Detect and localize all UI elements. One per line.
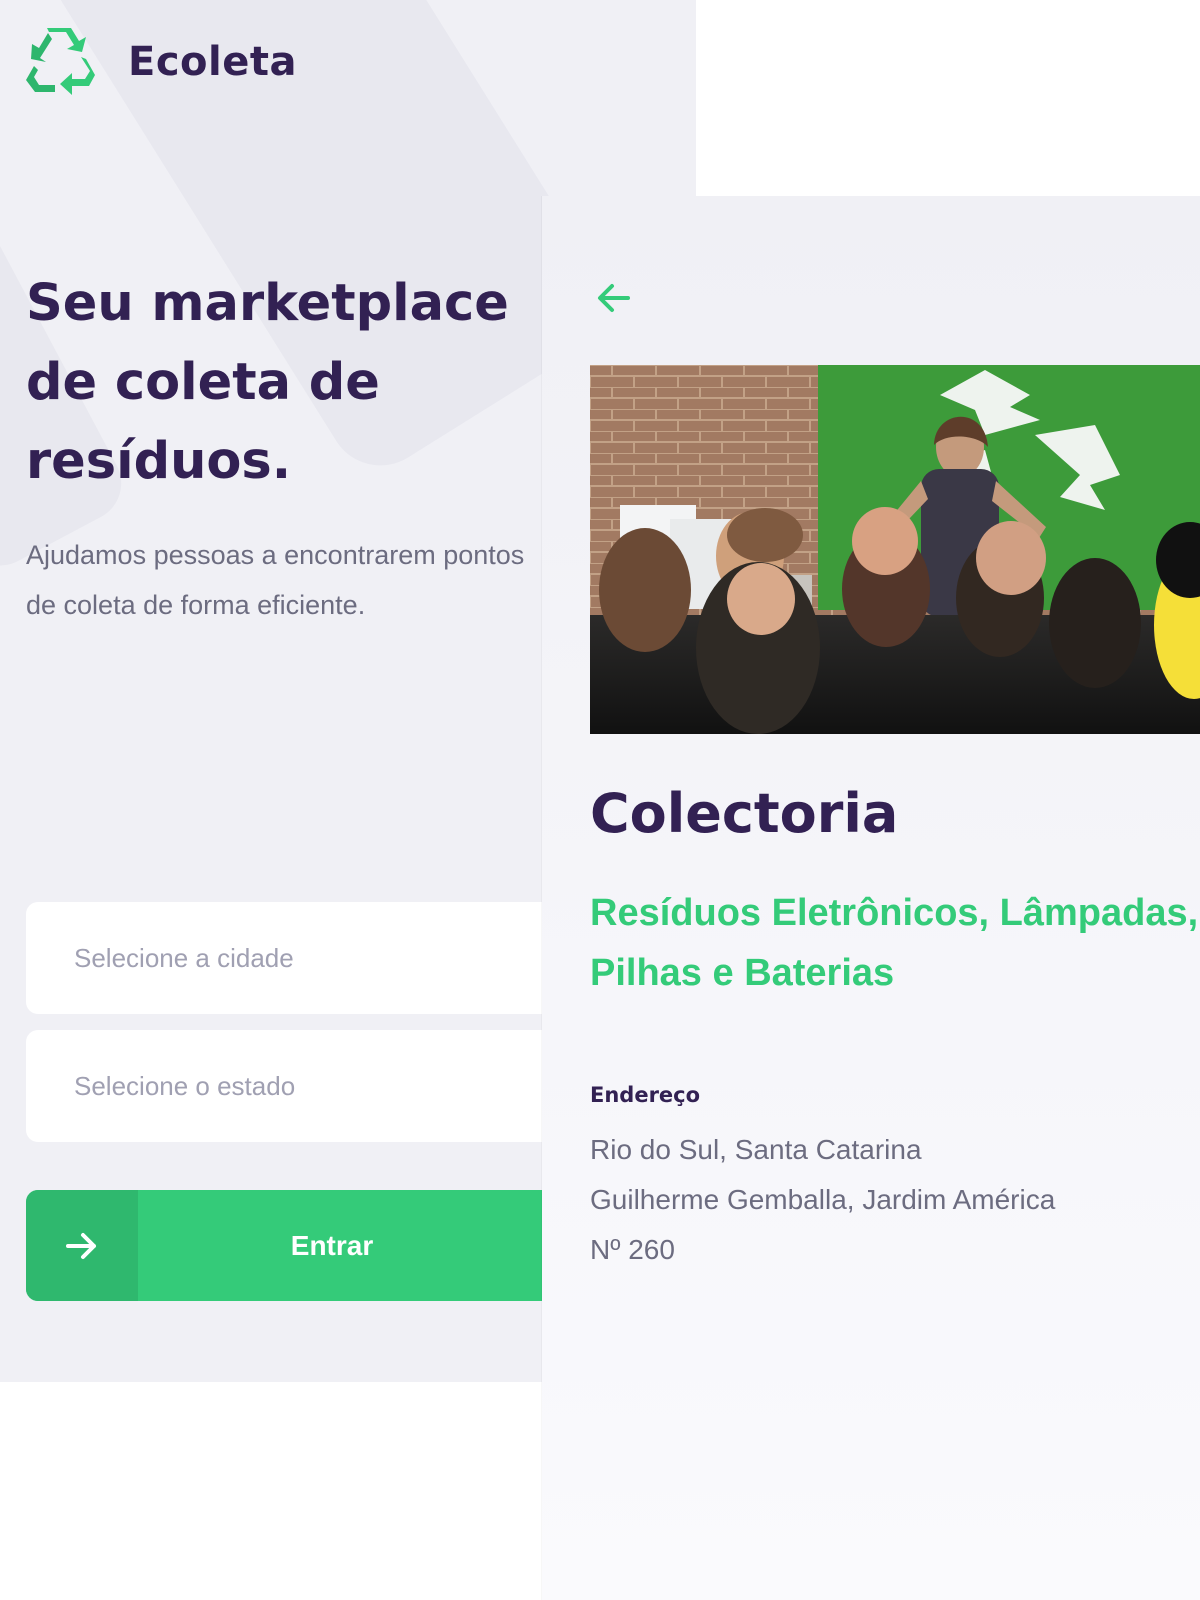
arrow-left-icon [598,284,630,312]
hero-subtitle: Ajudamos pessoas a encontrarem pontos de… [26,540,525,620]
address-number: Nº 260 [590,1234,675,1265]
point-items: Resíduos Eletrônicos, Lâmpadas, Pilhas e… [590,892,1199,994]
app-logo: Ecoleta [24,28,297,96]
presentation-photo [590,365,1200,734]
enter-icon-box [26,1190,138,1301]
back-button[interactable] [594,278,634,318]
app-name: Ecoleta [128,39,297,85]
recycle-logo-icon [26,28,95,95]
blank-panel [696,0,1200,196]
state-select[interactable]: Selecione o estado [26,1030,586,1142]
app-screenshots-canvas: Ecoleta Seu marketplace de coleta de res… [0,0,1200,1600]
address-city: Rio do Sul, Santa Catarina [590,1134,922,1165]
point-name: Colectoria [590,782,899,845]
point-detail-screen: Colectoria Resíduos Eletrônicos, Lâmpada… [542,196,1200,1600]
point-image [590,365,1200,734]
hero-title: Seu marketplace de coleta de resíduos. [26,274,509,491]
address-street: Guilherme Gemballa, Jardim América [590,1184,1056,1215]
city-select[interactable]: Selecione a cidade [26,902,586,1014]
enter-button[interactable]: Entrar [26,1190,586,1301]
enter-button-label: Entrar [290,1229,374,1261]
arrow-right-icon [66,1232,96,1259]
address-title: Endereço [590,1083,701,1107]
